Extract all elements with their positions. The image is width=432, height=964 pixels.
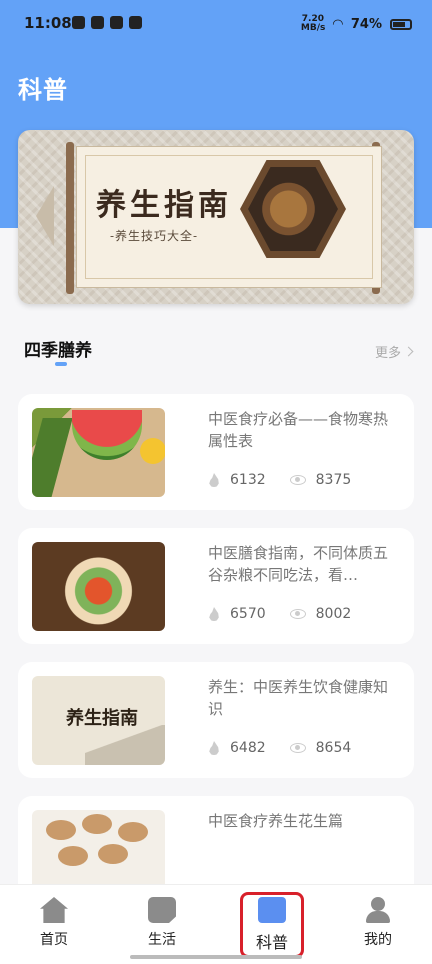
- bottom-nav: 首页 生活 科普 我的: [0, 884, 432, 964]
- user-icon: [364, 897, 392, 923]
- chevron-right-icon: [403, 346, 414, 357]
- banner[interactable]: 养生指南 -养生技巧大全-: [18, 130, 414, 304]
- article-title: 中医膳食指南，不同体质五谷杂粮不同吃法，看…: [208, 544, 389, 584]
- battery-percent: 74%: [350, 16, 382, 32]
- like-count: 6482: [230, 740, 266, 756]
- article-card[interactable]: 中医食疗必备——食物寒热属性表 6132 8375: [18, 394, 414, 510]
- section-title: 四季膳养: [24, 341, 92, 361]
- article-stats: 6132 8375: [208, 472, 375, 488]
- wifi-icon: ◠: [332, 16, 343, 32]
- more-label: 更多: [374, 346, 401, 361]
- article-stats: 6570 8002: [208, 606, 375, 622]
- fire-icon: [209, 741, 219, 755]
- article-stats: 6482 8654: [208, 740, 375, 756]
- more-link[interactable]: 更多: [374, 342, 414, 361]
- battery-icon: [390, 18, 412, 30]
- article-title: 养生：中医养生饮食健康知识: [208, 678, 389, 718]
- eye-icon: [289, 475, 306, 485]
- notification-icon: [72, 16, 85, 29]
- eye-icon: [289, 609, 306, 619]
- view-count: 8654: [315, 740, 352, 756]
- notification-icon: [129, 16, 142, 29]
- banner-subtitle: -养生技巧大全-: [110, 229, 199, 243]
- notification-icon: [110, 16, 123, 29]
- scroll-rod-left: [66, 142, 74, 294]
- active-tab-highlight: [240, 892, 304, 958]
- home-icon: [40, 897, 68, 923]
- page-title: 科普: [18, 76, 68, 104]
- article-thumbnail: [32, 408, 165, 497]
- section-indicator: [55, 362, 67, 366]
- notification-icon: [91, 16, 104, 29]
- article-thumbnail: [32, 542, 165, 631]
- like-count: 6132: [230, 472, 266, 488]
- nav-label: 生活: [148, 932, 176, 948]
- nav-item-home[interactable]: 首页: [24, 897, 84, 949]
- note-icon: [148, 897, 176, 923]
- nav-label: 首页: [40, 932, 68, 948]
- fire-icon: [209, 473, 219, 487]
- article-card[interactable]: 中医膳食指南，不同体质五谷杂粮不同吃法，看… 6570 8002: [18, 528, 414, 644]
- status-bar: 11:08 7.20 MB/s ◠ 74%: [0, 0, 432, 52]
- banner-title: 养生指南: [96, 188, 232, 223]
- status-time: 11:08: [24, 14, 72, 32]
- banner-decoration: [36, 186, 54, 246]
- article-title: 中医食疗养生花生篇: [208, 812, 344, 830]
- article-thumbnail: 养生指南: [32, 676, 165, 765]
- notification-icons: [72, 16, 142, 29]
- like-count: 6570: [230, 606, 266, 622]
- gesture-bar: [130, 955, 302, 959]
- view-count: 8002: [315, 606, 352, 622]
- network-speed: 7.20 MB/s: [300, 14, 326, 33]
- nav-label: 我的: [364, 932, 392, 948]
- eye-icon: [289, 743, 306, 753]
- fire-icon: [209, 607, 219, 621]
- status-right: 7.20 MB/s ◠ 74%: [301, 15, 412, 33]
- article-title: 中医食疗必备——食物寒热属性表: [208, 410, 389, 450]
- thumbnail-text: 养生指南: [66, 708, 138, 729]
- view-count: 8375: [315, 472, 352, 488]
- nav-item-profile[interactable]: 我的: [348, 897, 408, 949]
- nav-item-life[interactable]: 生活: [132, 897, 192, 949]
- article-card[interactable]: 养生指南 养生：中医养生饮食健康知识 6482 8654: [18, 662, 414, 778]
